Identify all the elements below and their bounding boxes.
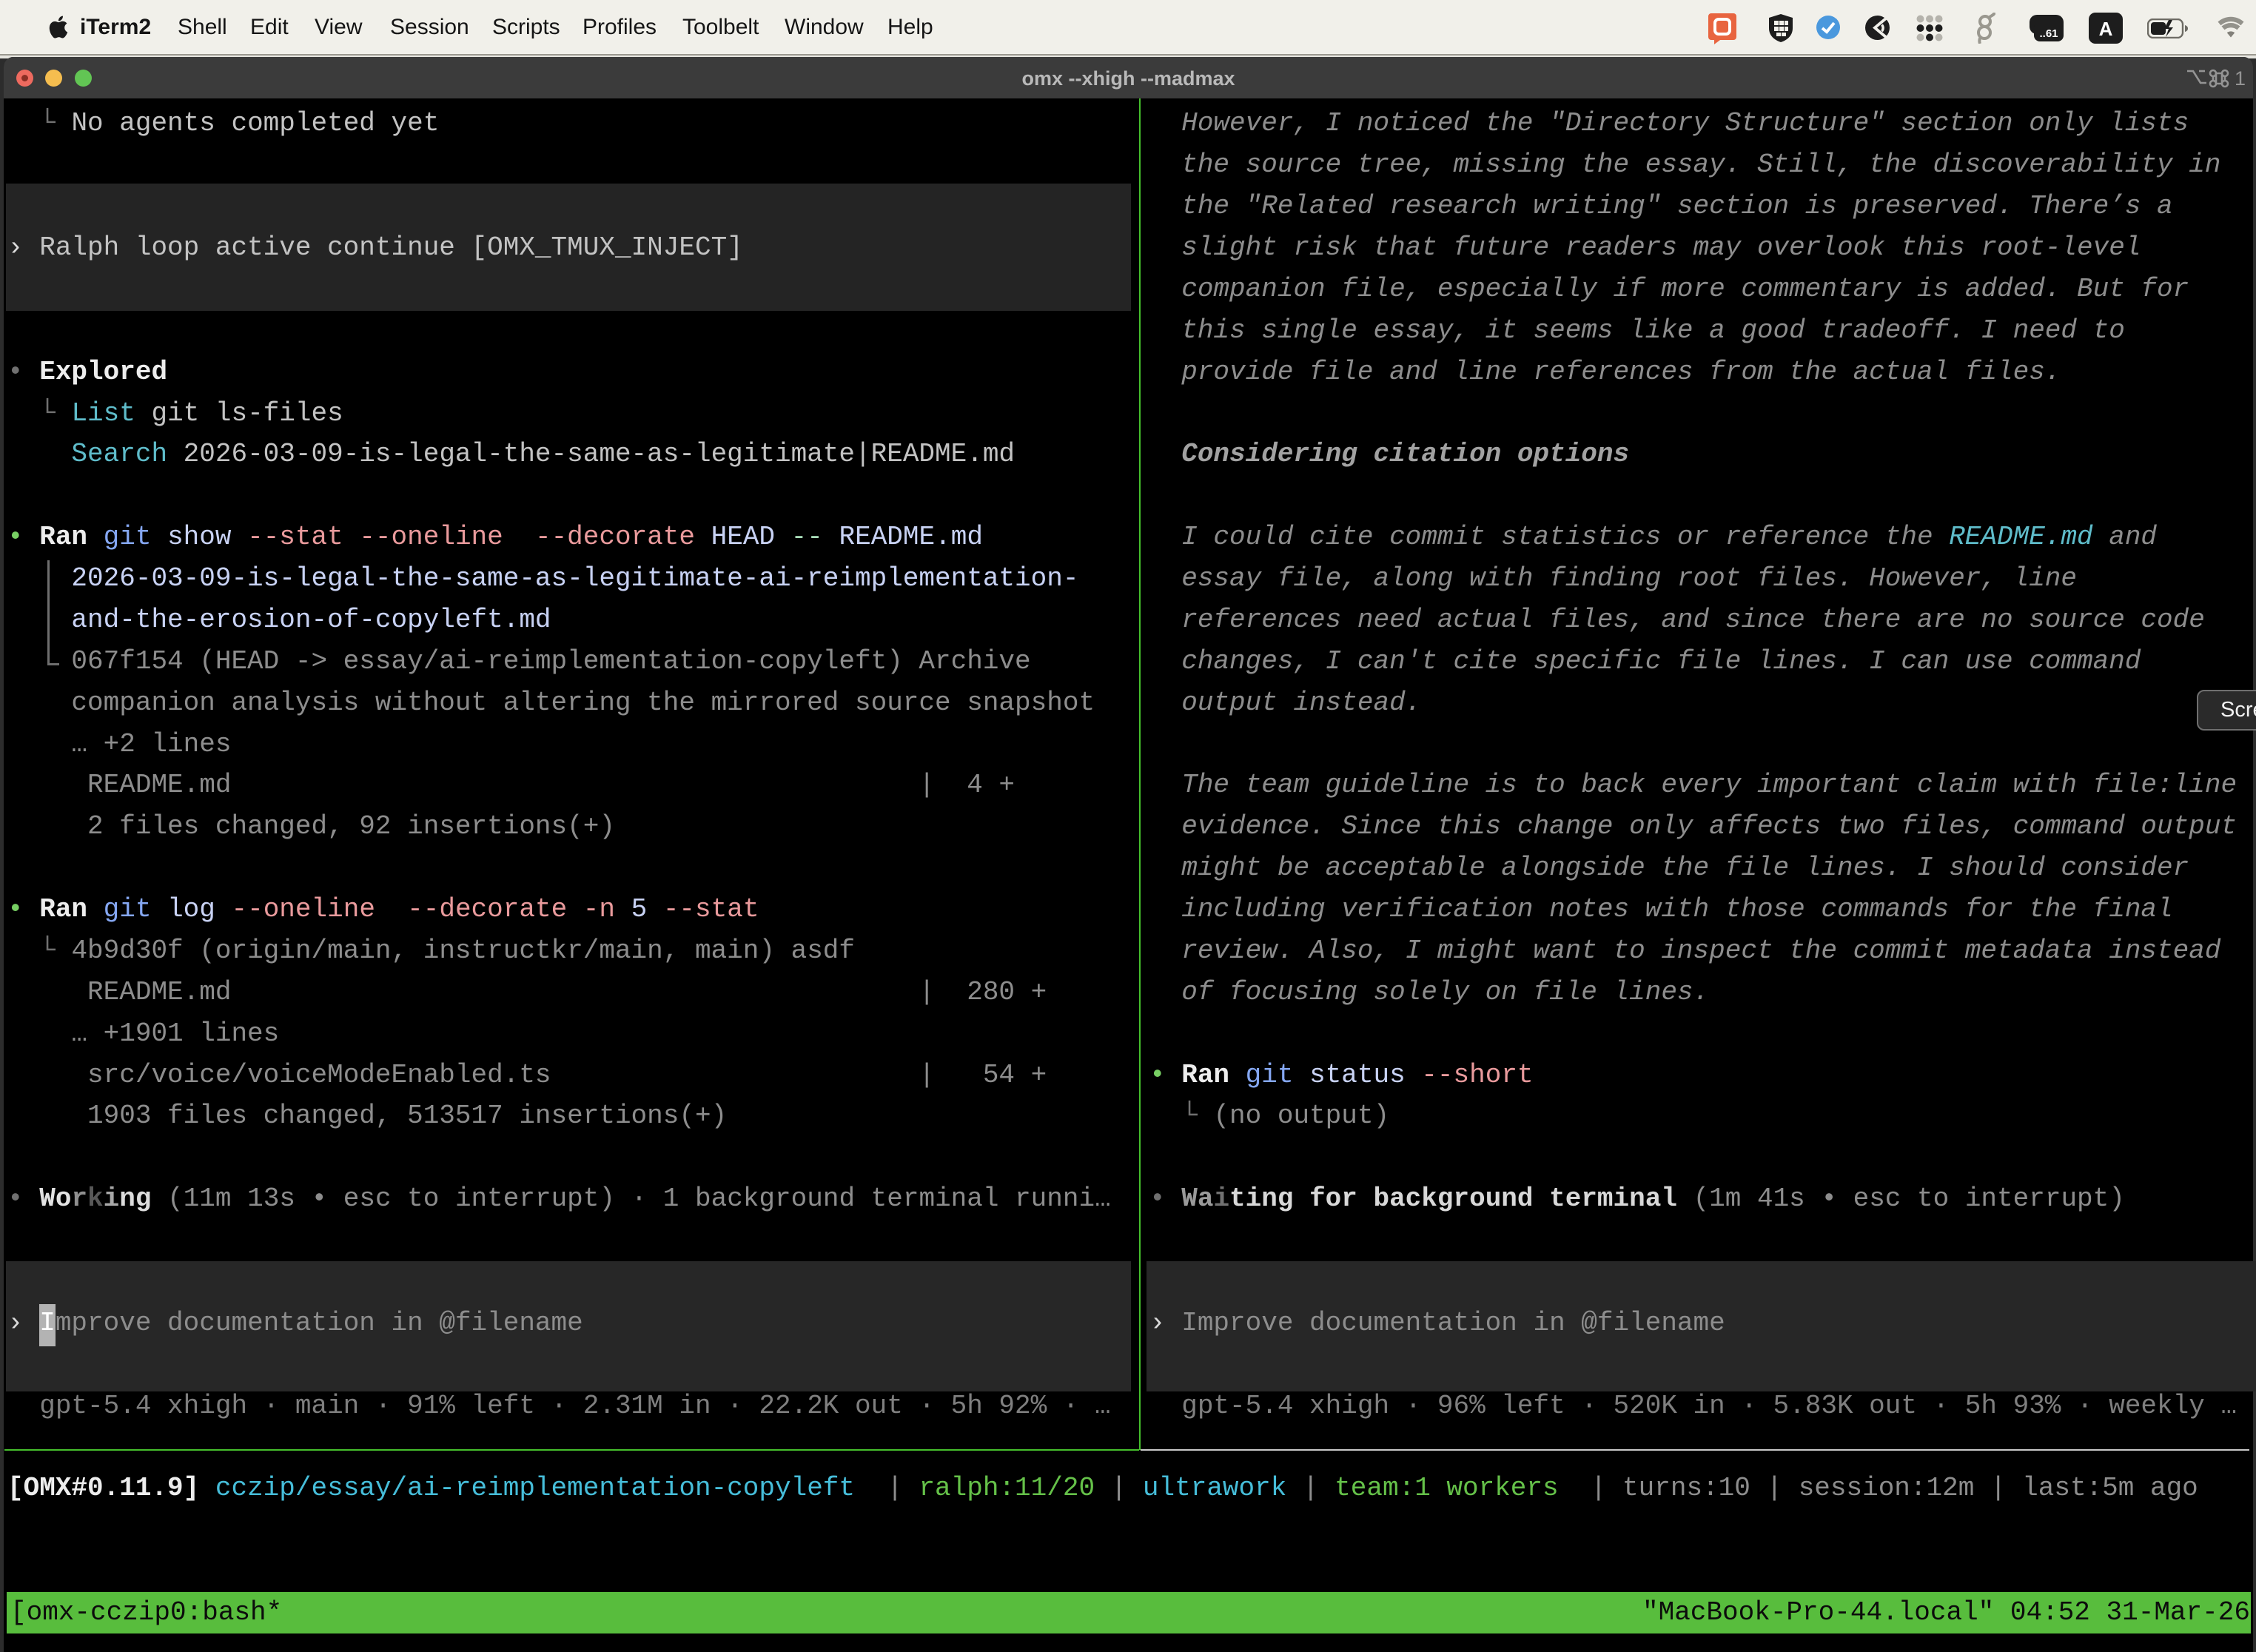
svg-text:..61: ..61 [2039,27,2058,40]
svg-text:A: A [2099,18,2113,40]
